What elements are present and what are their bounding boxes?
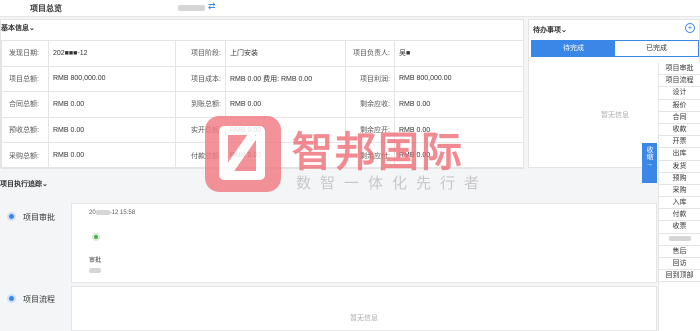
swap-icon[interactable]: ⇄ [208,1,216,12]
field-label: 项目阶段: [175,40,226,67]
chevron-down-icon: ⌄ [42,181,48,188]
quick-menu-item[interactable]: 收款 [659,124,700,137]
field-value: 吴■ [394,40,524,67]
field-label: 剩余应收: [345,91,395,118]
field-label: 项目总额: [1,65,49,93]
field-value: RMB 0.00 [394,91,524,118]
basic-info-header[interactable]: 基本信息⌄ [1,23,35,33]
quick-menu-item[interactable] [659,234,700,246]
chevron-down-icon: ⌄ [561,27,567,34]
quick-menu-item[interactable]: 项目审批 [659,63,700,76]
table-row: 项目总额: RMB 800,000.00 项目成本: RMB 0.00 费用: RMB… [1,65,524,93]
quick-menu-item[interactable]: 报价 [659,100,700,112]
quick-menu-item[interactable]: 开票 [659,136,700,149]
quick-menu-item[interactable]: 发货 [659,161,700,173]
process-empty-text: 暂无信息 [350,315,378,322]
add-icon[interactable]: + [685,23,695,33]
quick-menu-item[interactable]: 售后 [659,246,700,258]
field-label: 项目成本: [175,65,226,93]
step-label-process[interactable]: 项目流程 [23,294,55,305]
step-label-approval[interactable]: 项目审批 [23,212,55,223]
field-value: RMB 0.00 [48,142,176,169]
table-row: 合同总额: RMB 0.00 到账总额: RMB 0.00 剩余应收: RMB 0.00 [1,91,524,118]
quick-menu-item[interactable]: 预购 [659,173,700,185]
todo-header[interactable]: 待办事项⌄ [533,25,567,35]
quick-menu-item[interactable]: 项目流程 [659,75,700,88]
table-row: 发现日期: 202■■■-12 项目阶段: 上门安装 项目负责人: 吴■ [1,40,524,67]
field-label: 合同总额: [1,91,49,118]
quick-menu-item[interactable]: 付款 [659,209,700,222]
field-label: 预收总额: [1,116,49,144]
execution-tracking: 项目执行追踪⌄ 项目审批 20 -12 15:58 审批 项目流程 暂无信息 [0,176,657,331]
field-value: RMB 800,000.00 [48,65,176,93]
right-quick-menu: 项目审批 项目流程 设计 报价 合同 收款 开票 出库 发货 预购 采购 入库 付款 收票售后 回访 回到顶部 [658,63,700,331]
field-label: 项目负责人: [345,40,395,67]
field-label: 采购总额: [1,142,49,169]
field-value: RMB 0.00 [48,116,176,144]
approval-card: 20 -12 15:58 审批 [71,203,657,283]
quick-menu-item[interactable]: 出库 [659,148,700,161]
brand-name-watermark: 智邦国际 [292,129,464,175]
field-value: 202■■■-12 [48,40,176,67]
field-label: 到账总额: [175,91,226,118]
field-value: RMB 0.00 [48,91,176,118]
quick-menu-item[interactable]: 入库 [659,197,700,210]
quick-menu-item[interactable]: 回访 [659,258,700,271]
step-dot-approval [7,212,16,221]
top-bar: 项目总览 ⇄ [0,0,700,17]
tracking-header[interactable]: 项目执行追踪⌄ [0,179,48,189]
collapse-label: 收缩 [646,146,653,160]
field-value: 上门安装 [225,40,346,67]
quick-menu-item[interactable]: 采购 [659,185,700,198]
process-card: 暂无信息 [71,286,657,331]
approval-node-dot [92,233,100,241]
tab-done[interactable]: 已完成 [615,41,698,56]
approver-name-blurred [89,267,101,274]
field-value: RMB 0.00 费用: RMB 0.00 [225,65,346,93]
field-value: RMB 800,000.00 [394,65,524,93]
approval-time: 20 -12 15:58 [89,210,136,217]
quick-menu-item[interactable]: 回到顶部 [659,270,700,283]
field-value: RMB 0.00 [225,91,346,118]
tab-pending[interactable]: 待完成 [532,41,615,56]
approval-node-label: 审批 [89,258,102,264]
todo-tabs: 待完成 已完成 [531,40,699,57]
quick-menu-item[interactable]: 设计 [659,87,700,100]
field-label: 发现日期: [1,40,49,67]
arrow-right-icon: → [646,161,653,168]
project-name-blurred [178,5,205,11]
chevron-down-icon: ⌄ [29,25,35,32]
quick-menu-item[interactable]: 收票 [659,221,700,234]
page-title: 项目总览 [30,4,62,13]
quick-menu-item[interactable]: 合同 [659,112,700,124]
field-label: 项目利润: [345,65,395,93]
step-dot-process [7,294,16,303]
